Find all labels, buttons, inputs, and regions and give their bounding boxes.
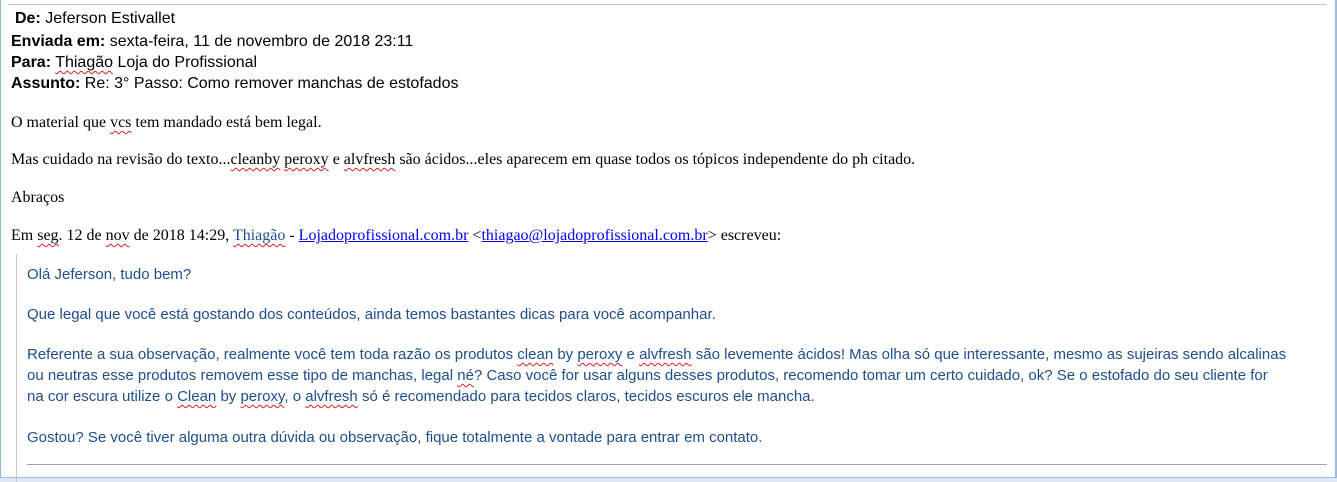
body-text: < bbox=[468, 227, 482, 244]
quote-paragraph-2-line-2: ou neutras esse produtos removem esse ti… bbox=[27, 365, 1268, 386]
quote-paragraph-2-line-3: na cor escura utilize o Clean by peroxy,… bbox=[27, 386, 815, 407]
email-link[interactable]: thiagao@lojadoprofissional.com.br bbox=[481, 227, 707, 244]
from-line: De: Jeferson Estivallet bbox=[15, 8, 175, 30]
quote-text: só é recomendado para tecidos claros, te… bbox=[357, 388, 815, 405]
sent-label: Enviada em: bbox=[11, 33, 106, 50]
header-divider bbox=[8, 4, 1326, 5]
misspelled-word: vcs bbox=[110, 114, 132, 131]
body-text: O material que bbox=[11, 114, 111, 131]
misspelled-word: alvfresh bbox=[639, 346, 692, 363]
quote-paragraph-1: Que legal que você está gostando dos con… bbox=[27, 306, 716, 323]
quote-text: e bbox=[622, 346, 640, 363]
to-label: Para: bbox=[11, 54, 52, 71]
body-text: são ácidos...eles aparecem em quase todo… bbox=[395, 151, 916, 168]
misspelled-word: peroxy bbox=[577, 346, 623, 363]
quote-text: by bbox=[553, 346, 578, 363]
quote-greeting: Olá Jeferson, tudo bem? bbox=[27, 266, 192, 283]
to-value-rest: Loja do Profissional bbox=[113, 54, 258, 71]
body-paragraph-2: Mas cuidado na revisão do texto...cleanb… bbox=[11, 150, 915, 170]
quote-text: ? Caso você for usar alguns desses produ… bbox=[473, 367, 1268, 384]
sent-value: sexta-feira, 11 de novembro de 2018 23:1… bbox=[109, 33, 414, 50]
quote-paragraph-2-line-1: Referente a sua observação, realmente vo… bbox=[27, 344, 1286, 365]
subject-label: Assunto: bbox=[11, 75, 81, 92]
misspelled-word: alvfresh bbox=[305, 388, 358, 405]
to-value-name: Thiagão bbox=[55, 54, 114, 71]
website-link[interactable]: Lojadoprofissional.com.br bbox=[299, 227, 469, 244]
quote-attribution: Em seg. 12 de nov de 2018 14:29, Thiagão… bbox=[11, 226, 781, 246]
from-label: De: bbox=[15, 10, 41, 27]
body-paragraph-1: O material que vcs tem mandado está bem … bbox=[11, 113, 322, 133]
misspelled-word: alvfresh bbox=[343, 151, 396, 168]
quote-text: são levemente ácidos! Mas olha só que in… bbox=[691, 346, 1287, 363]
body-text: Em bbox=[11, 227, 38, 244]
body-text: Mas cuidado na revisão do texto... bbox=[11, 151, 231, 168]
misspelled-word: cleanby bbox=[230, 151, 281, 168]
quote-text: na cor escura utilize o bbox=[27, 388, 178, 405]
misspelled-word: nov bbox=[105, 227, 130, 244]
body-text: de 2018 14:29, bbox=[129, 227, 233, 244]
from-value: Jeferson Estivallet bbox=[45, 10, 176, 27]
to-line: Para: Thiagão Loja do Profissional bbox=[11, 52, 257, 74]
quoted-message: Olá Jeferson, tudo bem? Que legal que vo… bbox=[16, 254, 1327, 482]
sender-name: Thiagão bbox=[232, 227, 286, 244]
body-text: - bbox=[285, 227, 299, 244]
misspelled-word: Clean bbox=[177, 388, 217, 405]
misspelled-word: né bbox=[457, 367, 474, 384]
misspelled-word: peroxy bbox=[240, 388, 285, 405]
body-text: e bbox=[328, 151, 344, 168]
quote-divider bbox=[27, 464, 1327, 465]
quote-text: by bbox=[216, 388, 241, 405]
body-text: > escreveu: bbox=[707, 227, 782, 244]
sent-line: Enviada em: sexta-feira, 11 de novembro … bbox=[11, 31, 413, 53]
misspelled-word: peroxy bbox=[284, 151, 329, 168]
misspelled-word: clean bbox=[517, 346, 554, 363]
subject-line: Assunto: Re: 3° Passo: Como remover manc… bbox=[11, 73, 458, 95]
body-text: tem mandado está bem legal. bbox=[131, 114, 322, 131]
body-text: . 12 de bbox=[58, 227, 106, 244]
quote-text: Referente a sua observação, realmente vo… bbox=[27, 346, 518, 363]
subject-value: Re: 3° Passo: Como remover manchas de es… bbox=[84, 75, 459, 92]
quote-closing: Gostou? Se você tiver alguma outra dúvid… bbox=[27, 429, 763, 446]
quote-text: , o bbox=[284, 388, 306, 405]
body-signoff: Abraços bbox=[11, 189, 65, 206]
misspelled-word: seg bbox=[37, 227, 59, 244]
quote-text: ou neutras esse produtos removem esse ti… bbox=[27, 367, 458, 384]
